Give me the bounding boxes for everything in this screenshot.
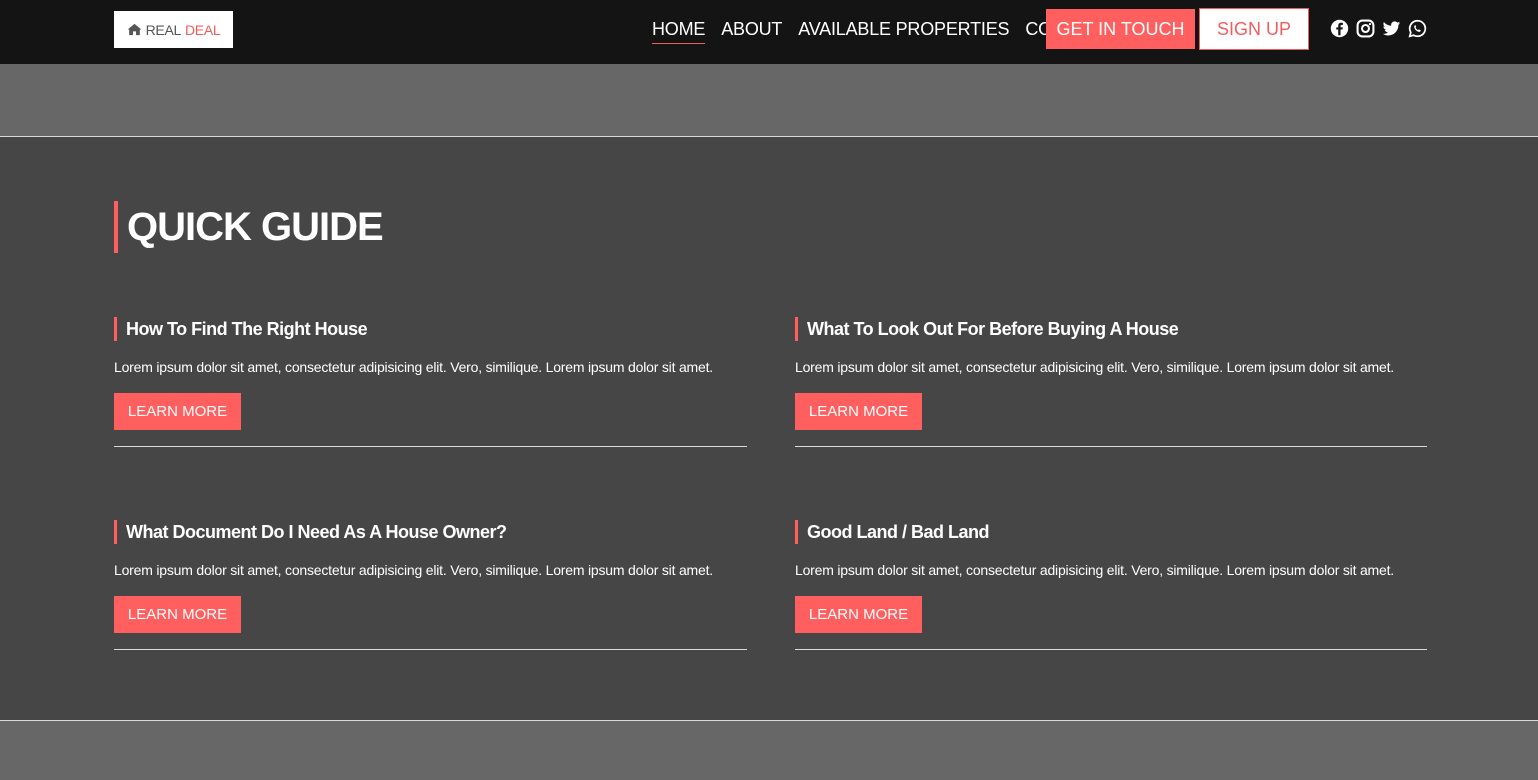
home-icon bbox=[127, 23, 141, 36]
guide-card-4: Good Land / Bad Land Lorem ipsum dolor s… bbox=[795, 520, 1427, 650]
twitter-icon[interactable] bbox=[1382, 19, 1401, 38]
logo-word-real: REAL bbox=[145, 21, 182, 38]
divider bbox=[114, 446, 747, 447]
guide-card-title: What Document Do I Need As A House Owner… bbox=[114, 520, 747, 544]
sign-up-button[interactable]: SIGN UP bbox=[1199, 8, 1309, 50]
whatsapp-icon[interactable] bbox=[1408, 19, 1427, 38]
nav-home[interactable]: HOME bbox=[652, 17, 705, 44]
guide-card-text: Lorem ipsum dolor sit amet, consectetur … bbox=[795, 359, 1394, 375]
nav-about[interactable]: ABOUT bbox=[721, 17, 782, 43]
guide-card-title: Good Land / Bad Land bbox=[795, 520, 1427, 544]
guide-card-2: What To Look Out For Before Buying A Hou… bbox=[795, 317, 1427, 447]
facebook-icon[interactable] bbox=[1330, 19, 1349, 38]
section-title: QUICK GUIDE bbox=[114, 201, 384, 253]
hero-band bbox=[0, 64, 1538, 136]
divider bbox=[114, 649, 747, 650]
navbar: REAL DEAL HOME ABOUT AVAILABLE PROPERTIE… bbox=[0, 0, 1538, 64]
instagram-icon[interactable] bbox=[1356, 19, 1375, 38]
guide-card-title: What To Look Out For Before Buying A Hou… bbox=[795, 317, 1427, 341]
guide-card-title: How To Find The Right House bbox=[114, 317, 747, 341]
learn-more-button[interactable]: LEARN MORE bbox=[795, 393, 922, 430]
nav-available-properties[interactable]: AVAILABLE PROPERTIES bbox=[798, 17, 1009, 43]
logo-word-deal: DEAL bbox=[185, 21, 221, 38]
learn-more-button[interactable]: LEARN MORE bbox=[795, 596, 922, 633]
guide-card-1: How To Find The Right House Lorem ipsum … bbox=[114, 317, 747, 447]
guide-card-3: What Document Do I Need As A House Owner… bbox=[114, 520, 747, 650]
divider bbox=[795, 649, 1427, 650]
get-in-touch-button[interactable]: GET IN TOUCH bbox=[1046, 9, 1195, 49]
learn-more-button[interactable]: LEARN MORE bbox=[114, 596, 241, 633]
guide-card-text: Lorem ipsum dolor sit amet, consectetur … bbox=[114, 359, 713, 375]
logo[interactable]: REAL DEAL bbox=[114, 11, 233, 48]
learn-more-button[interactable]: LEARN MORE bbox=[114, 393, 241, 430]
guide-card-text: Lorem ipsum dolor sit amet, consectetur … bbox=[114, 562, 713, 578]
social-links bbox=[1330, 19, 1434, 38]
divider bbox=[795, 446, 1427, 447]
quick-guide-section: QUICK GUIDE How To Find The Right House … bbox=[0, 136, 1538, 721]
guide-card-text: Lorem ipsum dolor sit amet, consectetur … bbox=[795, 562, 1394, 578]
